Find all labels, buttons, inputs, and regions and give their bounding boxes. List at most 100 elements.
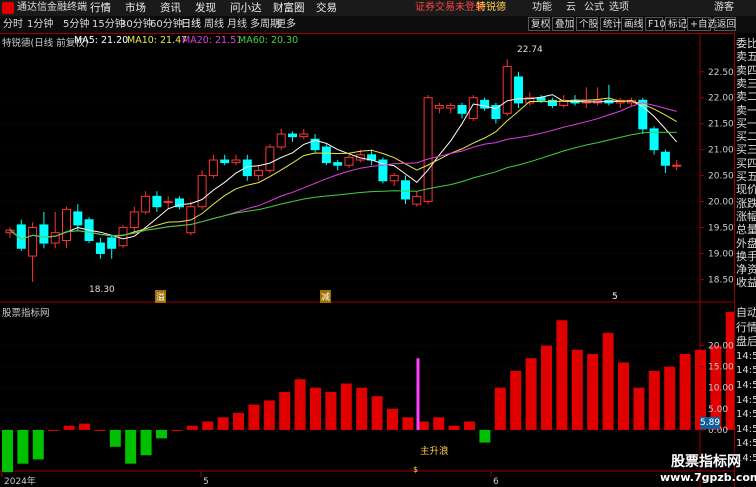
login-notice[interactable]: 证券交易未登录 [415,0,485,16]
ma-legend-item: MA20: 21.51 [182,35,243,46]
candle-body [389,175,399,182]
toolbar-button[interactable]: 画线 [621,17,643,31]
histogram-bar [156,429,167,439]
title-menu-item[interactable]: 功能 [532,0,552,16]
x-tick-label: 2024年 [4,475,36,487]
chart-area[interactable]: 22.50 22.00 21.50 21.00 20.50 20.00 19.50 19.00… [0,33,734,487]
candle [50,211,60,249]
watermark-title: 股票指标网 [671,454,741,470]
candle-body [276,133,286,148]
candle [344,154,354,168]
quote-field-label: 14:56 [736,380,756,391]
period-tab[interactable]: 日线 [181,16,201,33]
candle-body [333,162,343,166]
app-title: 通达信金融终端 [17,2,87,13]
title-menu-item[interactable]: 选项 [609,0,629,16]
candle [412,191,422,207]
histogram-bar [63,425,75,430]
guest-user[interactable]: 游客 [714,0,734,16]
toolbar-button[interactable]: 个股 [576,17,598,31]
candle-body [446,105,456,109]
candle-body [107,237,117,249]
top-nav-item[interactable]: 财富圈 [273,0,305,16]
y-tick-label: 20.00 [708,198,734,208]
top-nav-item[interactable]: 行情 [90,0,111,16]
candle-body [39,224,49,244]
top-nav-item[interactable]: 交易 [316,0,337,16]
histogram-bar [186,425,198,430]
y-tick-label: 20.50 [708,172,734,182]
toolbar-button[interactable]: 标记 [665,17,687,31]
histogram-bar [356,387,368,430]
top-nav-item[interactable]: 市场 [125,0,146,16]
event-marker[interactable]: 减 [320,290,332,303]
candle [604,84,614,106]
high-price-label: 22.74 [517,45,543,55]
quote-field-label: 14:56 [736,394,756,406]
period-tab[interactable]: 1分钟 [27,16,53,33]
current-stock-name: 特锐德 [476,2,506,13]
candle [129,206,139,233]
period-tab[interactable]: 周线 [204,16,224,33]
quote-field-label: 14:56 [736,409,756,421]
top-nav-item[interactable]: 问小达 [230,0,262,16]
histogram-bar [294,379,306,430]
histogram-bar [94,429,106,431]
toolbar-button[interactable]: 统计 [600,17,622,31]
quote-field-label: 自动 [736,306,756,319]
ma-line [9,97,677,240]
event-marker[interactable]: 溢 [155,290,167,303]
ma-legend-item: MA60: 20.30 [238,35,299,46]
candle [310,134,320,153]
candle-body [129,211,139,229]
histogram-bar [664,366,676,430]
toolbar-button[interactable]: 复权 [528,17,550,31]
candle [367,149,377,166]
histogram-bar [2,429,13,473]
candle-body [254,169,264,177]
quote-field-label: 涨幅 [736,209,756,223]
y-tick-label: 15.00 [708,363,734,373]
quote-field-label: 买五 [736,170,756,183]
histogram-bar [17,429,29,464]
y-tick-label: 21.50 [708,120,734,130]
period-tab[interactable]: 5分钟 [63,16,89,33]
period-tab[interactable]: 更多 [276,16,296,33]
histogram-bar [402,417,414,430]
candle [288,131,297,142]
candle-body [163,201,173,204]
top-nav-item[interactable]: 发现 [195,0,216,16]
histogram-bar [556,320,568,430]
period-tab[interactable]: 60分钟 [150,16,183,33]
candle [514,71,523,109]
candle [231,154,241,166]
candle-body [502,66,512,114]
period-tab[interactable]: 30分钟 [120,16,153,33]
histogram-bar [510,370,522,430]
ma-line [9,131,677,240]
title-menu-item[interactable]: 云 [566,0,576,16]
histogram-bar [618,362,629,430]
candle [276,128,286,150]
candle [615,97,625,109]
toolbar-button[interactable]: 返回 [714,17,736,31]
period-tab[interactable]: 分时 [3,16,23,33]
toolbar-button[interactable]: 叠加 [552,17,574,31]
period-tab[interactable]: 月线 [227,16,247,33]
candle-body [457,105,467,114]
toolbar-button[interactable]: +自选 [687,17,717,31]
event-marker[interactable]: 5 [612,292,618,302]
title-menu-item[interactable]: 公式 [584,0,604,16]
candle [39,211,49,249]
candle-body [660,151,670,166]
quote-field-label: 14:56 [736,365,756,377]
candle [547,97,557,109]
histogram-bar [494,387,506,430]
toolbar-button[interactable]: F10 [645,17,666,31]
y-tick-label: 10.00 [708,384,734,394]
top-nav-item[interactable]: 资讯 [160,0,181,16]
histogram-bar [387,408,398,430]
candle-body [208,159,218,177]
quote-field-label: 卖一 [736,103,756,117]
quote-field-label: 卖五 [736,50,756,64]
